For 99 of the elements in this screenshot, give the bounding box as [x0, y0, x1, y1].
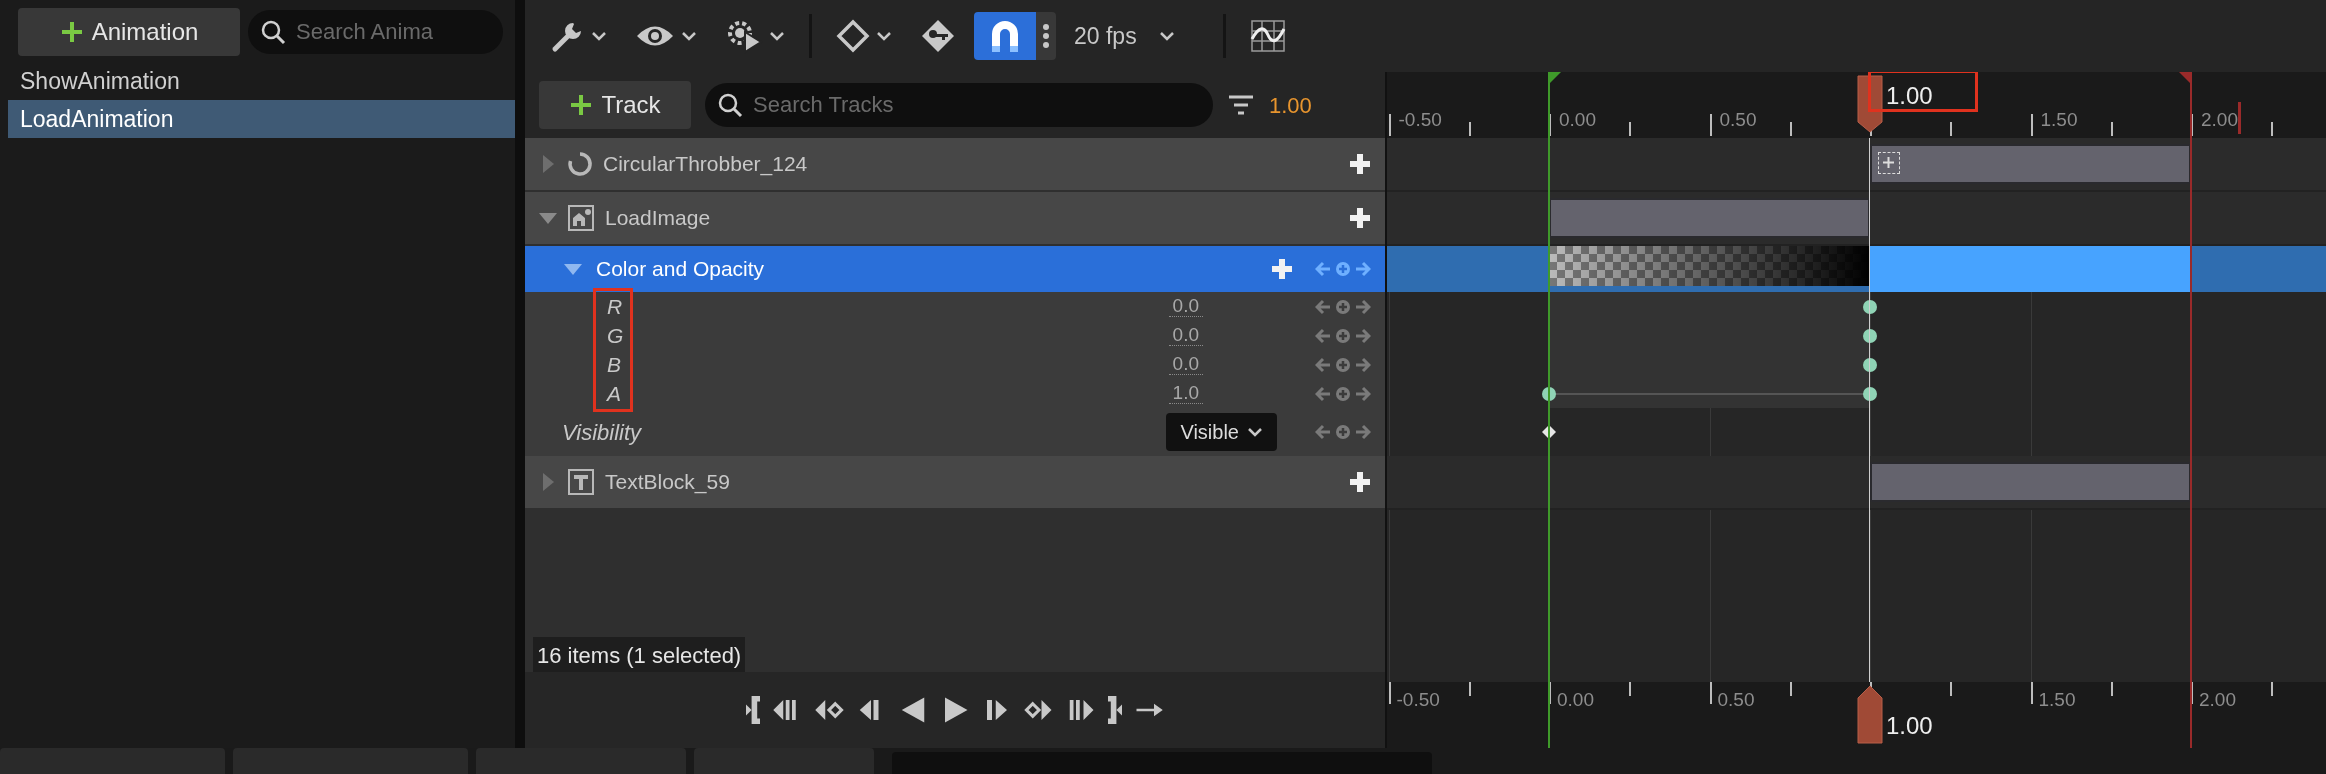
value-field[interactable]: 1.0 [1168, 382, 1203, 405]
animation-list-item[interactable]: ShowAnimation [8, 62, 515, 100]
caret-icon [1158, 31, 1175, 41]
ruler-label: 0.50 [1718, 107, 1758, 132]
value-field[interactable]: 0.0 [1168, 295, 1203, 318]
track-label: R [607, 293, 623, 320]
track-row[interactable]: CircularThrobber_124 [525, 138, 1385, 192]
ruler-label: 1.50 [2039, 107, 2079, 132]
add-key-icon[interactable] [1335, 356, 1351, 373]
plus-icon [569, 93, 594, 117]
color-gradient-bar[interactable] [1549, 246, 1870, 286]
add-icon[interactable] [1349, 471, 1371, 493]
playhead-marker[interactable] [1857, 685, 1883, 745]
caret-icon [681, 31, 697, 41]
track-label: Color and Opacity [596, 256, 765, 283]
track-row[interactable]: G 0.0 [525, 321, 1385, 350]
ruler-label: 1.50 [2038, 688, 2076, 712]
track-row[interactable]: Color and Opacity [525, 246, 1385, 292]
section-bar[interactable] [1870, 144, 2191, 184]
right-arrow-icon[interactable] [1355, 327, 1371, 344]
caret-icon [591, 31, 607, 41]
add-key-icon[interactable] [1335, 261, 1351, 277]
plus-icon [59, 20, 84, 44]
kebab-icon [1042, 23, 1050, 49]
gear-play-icon [725, 18, 763, 54]
playhead-time: 1.00 [1886, 81, 1933, 111]
value-field[interactable]: 0.0 [1168, 324, 1203, 347]
track-row[interactable]: TextBlock_59 [525, 456, 1385, 510]
left-arrow-icon[interactable] [1315, 261, 1331, 277]
key-diamond-icon [920, 18, 956, 54]
ruler-label: -0.50 [1397, 107, 1443, 132]
circular-progress-icon [567, 151, 593, 177]
search-icon [717, 92, 743, 118]
track-label: Visibility [562, 418, 642, 447]
track-label: LoadImage [605, 205, 711, 232]
ruler-label: 2.00 [2199, 688, 2236, 712]
ruler-label: 0.00 [1557, 688, 1594, 712]
track-row[interactable]: R 0.0 [525, 292, 1385, 321]
caret-icon [876, 31, 892, 41]
right-arrow-icon[interactable] [1355, 356, 1371, 373]
go-to-end-icon [1108, 695, 1122, 725]
right-arrow-icon[interactable] [1355, 298, 1371, 315]
search-icon [260, 19, 286, 45]
curve-grid-icon [1249, 19, 1286, 53]
go-to-start-button[interactable] [746, 695, 760, 725]
track-label: TextBlock_59 [605, 469, 730, 496]
search-field[interactable]: Search Anima [248, 10, 503, 54]
filter-icon[interactable] [1227, 93, 1255, 117]
add-icon[interactable] [1349, 153, 1371, 175]
track-row[interactable]: Visibility Visible [525, 408, 1385, 456]
key-dot[interactable] [1863, 386, 1877, 401]
more-options-button[interactable] [1036, 12, 1056, 60]
add-icon[interactable] [1271, 258, 1293, 280]
track-row[interactable]: LoadImage [525, 192, 1385, 246]
add-key-icon[interactable] [1878, 152, 1900, 174]
track-row[interactable]: B 0.0 [525, 350, 1385, 379]
right-arrow-icon[interactable] [1355, 424, 1371, 440]
diamond-icon [836, 19, 870, 53]
track-label: CircularThrobber_124 [603, 151, 808, 178]
add-key-icon[interactable] [1335, 385, 1351, 402]
right-arrow-icon[interactable] [1355, 261, 1371, 277]
image-icon [567, 204, 595, 232]
text-type-icon [567, 468, 595, 496]
add-track-button[interactable]: Track [539, 81, 691, 129]
visibility-dropdown[interactable]: Visible [1166, 413, 1277, 451]
ruler-label: 0.50 [1717, 688, 1755, 712]
right-arrow-icon[interactable] [1355, 385, 1371, 402]
add-icon[interactable] [1349, 207, 1371, 229]
status-text: 16 items (1 selected) [533, 636, 746, 674]
add-key-icon[interactable] [1335, 327, 1351, 344]
ruler-label: -0.50 [1396, 688, 1440, 712]
section-bar[interactable] [1549, 198, 1870, 238]
key-dot[interactable] [1863, 357, 1877, 372]
left-arrow-icon[interactable] [1315, 298, 1331, 315]
left-arrow-icon[interactable] [1315, 356, 1331, 373]
section-bar[interactable] [1870, 462, 2191, 502]
left-arrow-icon[interactable] [1315, 424, 1331, 440]
caret-icon [1247, 427, 1263, 437]
track-label: G [607, 322, 624, 349]
add-animation-button[interactable]: Animation [18, 8, 240, 56]
current-time-text: 1.00 [1269, 91, 1312, 120]
value-field[interactable]: 0.0 [1168, 353, 1203, 376]
left-arrow-icon[interactable] [1315, 327, 1331, 344]
playhead-time: 1.00 [1886, 711, 1933, 741]
add-key-icon[interactable] [1335, 424, 1351, 440]
animation-list-item[interactable]: LoadAnimation [8, 100, 515, 138]
frame-rate-dropdown[interactable]: 20 fps [1064, 12, 1185, 60]
track-label: B [607, 351, 621, 378]
key-dot[interactable] [1863, 328, 1877, 343]
go-to-end-button[interactable] [1108, 695, 1122, 725]
add-key-icon[interactable] [1335, 298, 1351, 315]
snap-toggle-button[interactable] [974, 12, 1036, 60]
track-label: A [607, 380, 621, 407]
left-arrow-icon[interactable] [1315, 385, 1331, 402]
caret-icon [769, 31, 785, 41]
search-field[interactable]: Search Tracks [705, 83, 1213, 127]
key-dot[interactable] [1863, 299, 1877, 314]
go-to-start-icon [746, 695, 760, 725]
track-row[interactable]: A 1.0 [525, 379, 1385, 408]
